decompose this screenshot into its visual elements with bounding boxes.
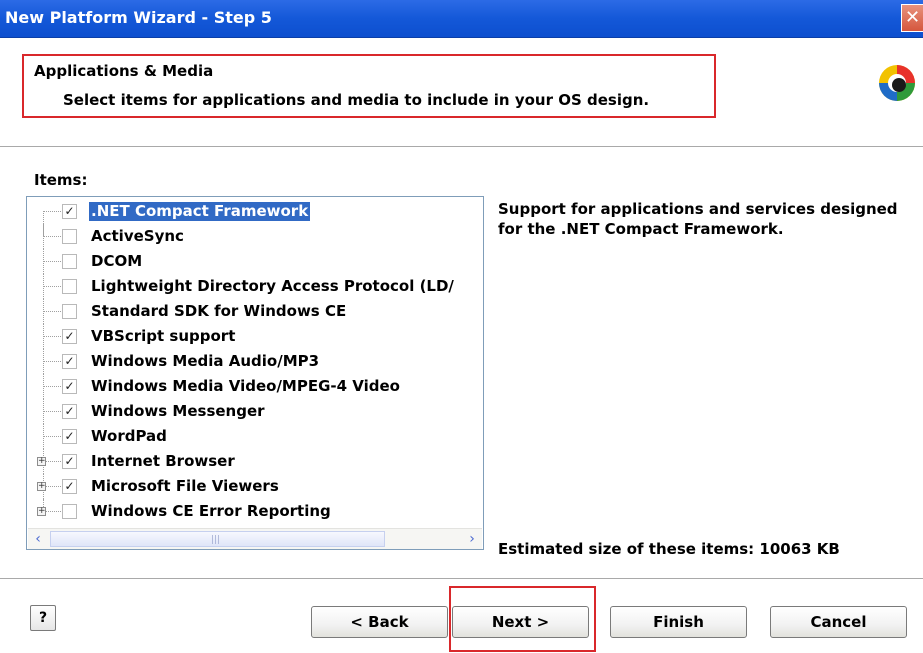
item-checkbox[interactable] <box>62 254 77 269</box>
title-bar: New Platform Wizard - Step 5 ✕ <box>0 0 923 38</box>
horizontal-scrollbar[interactable]: ‹ ||| › <box>28 528 482 549</box>
help-icon: ? <box>38 610 48 626</box>
tree-item[interactable]: + Windows CE Error Reporting <box>27 499 483 524</box>
tree-item-label: Internet Browser <box>91 452 235 470</box>
cancel-button[interactable]: Cancel <box>770 606 907 638</box>
grip-icon: ||| <box>211 535 221 545</box>
expand-icon[interactable]: + <box>37 457 46 466</box>
tree-item[interactable]: + ✓ Microsoft File Viewers <box>27 474 483 499</box>
items-label: Items: <box>34 171 88 189</box>
chevron-right-icon: › <box>469 531 475 547</box>
tree-line <box>43 436 61 437</box>
tree-item[interactable]: ✓ Windows Media Audio/MP3 <box>27 349 483 374</box>
tree-line <box>43 286 61 287</box>
item-checkbox[interactable]: ✓ <box>62 454 77 469</box>
expand-icon[interactable]: + <box>37 482 46 491</box>
tree-item-label: Windows Messenger <box>91 402 265 420</box>
item-checkbox[interactable]: ✓ <box>62 379 77 394</box>
next-highlight-box <box>449 586 596 652</box>
close-icon: ✕ <box>904 7 921 28</box>
header-separator <box>0 146 923 148</box>
chevron-left-icon: ‹ <box>35 531 41 547</box>
estimated-size-text: Estimated size of these items: 10063 KB <box>498 540 840 558</box>
tree-item[interactable]: ✓ WordPad <box>27 424 483 449</box>
tree-item-label: DCOM <box>91 252 143 270</box>
tree-item-label: ActiveSync <box>91 227 184 245</box>
item-checkbox[interactable]: ✓ <box>62 404 77 419</box>
tree-item[interactable]: DCOM <box>27 249 483 274</box>
item-checkbox[interactable]: ✓ <box>62 354 77 369</box>
items-tree[interactable]: ✓ .NET Compact Framework ActiveSync DCOM Lig… <box>26 196 484 550</box>
tree-item-label: Standard SDK for Windows CE <box>91 302 347 320</box>
footer-separator <box>0 578 923 580</box>
item-checkbox[interactable]: ✓ <box>62 204 77 219</box>
item-checkbox[interactable] <box>62 504 77 519</box>
tree-item-label: Lightweight Directory Access Protocol (L… <box>91 277 454 295</box>
item-checkbox[interactable]: ✓ <box>62 479 77 494</box>
tree-line <box>43 386 61 387</box>
tree-line <box>43 336 61 337</box>
tree-line <box>43 211 61 212</box>
tree-line <box>43 236 61 237</box>
tree-item-label: .NET Compact Framework <box>89 202 311 221</box>
item-checkbox[interactable]: ✓ <box>62 429 77 444</box>
page-title: Applications & Media <box>34 62 214 80</box>
item-description: Support for applications and services de… <box>498 200 898 238</box>
expand-icon[interactable]: + <box>37 507 46 516</box>
item-checkbox[interactable] <box>62 229 77 244</box>
scroll-thumb[interactable]: ||| <box>50 531 385 547</box>
tree-item[interactable]: Standard SDK for Windows CE <box>27 299 483 324</box>
item-checkbox[interactable] <box>62 304 77 319</box>
tree-item[interactable]: ✓ .NET Compact Framework <box>27 199 483 236</box>
finish-button[interactable]: Finish <box>610 606 747 638</box>
tree-item-label: VBScript support <box>91 327 236 345</box>
tree-item-label: Windows CE Error Reporting <box>91 502 331 520</box>
scroll-left-button[interactable]: ‹ <box>28 529 48 549</box>
scroll-right-button[interactable]: › <box>462 529 482 549</box>
item-checkbox[interactable] <box>62 279 77 294</box>
tree-item-label: Microsoft File Viewers <box>91 477 279 495</box>
close-button[interactable]: ✕ <box>901 4 923 32</box>
tree-line <box>43 411 61 412</box>
tree-item[interactable]: ✓ VBScript support <box>27 324 483 349</box>
back-button[interactable]: < Back <box>311 606 448 638</box>
tree-item[interactable]: ActiveSync <box>27 224 483 249</box>
tree-item-label: Windows Media Audio/MP3 <box>91 352 320 370</box>
tree-line <box>43 361 61 362</box>
tree-item[interactable]: ✓ Windows Media Video/MPEG-4 Video <box>27 374 483 399</box>
tree-line <box>43 261 61 262</box>
help-button[interactable]: ? <box>30 605 56 631</box>
platform-builder-logo-icon <box>879 65 915 101</box>
tree-item-label: WordPad <box>91 427 167 445</box>
tree-item[interactable]: + ✓ Internet Browser <box>27 449 483 474</box>
tree-item[interactable]: Lightweight Directory Access Protocol (L… <box>27 274 483 299</box>
tree-item-label: Windows Media Video/MPEG-4 Video <box>91 377 400 395</box>
page-subtitle: Select items for applications and media … <box>63 91 650 109</box>
tree-item[interactable]: ✓ Windows Messenger <box>27 399 483 424</box>
tree-line <box>43 311 61 312</box>
window-title: New Platform Wizard - Step 5 <box>5 8 272 27</box>
item-checkbox[interactable]: ✓ <box>62 329 77 344</box>
